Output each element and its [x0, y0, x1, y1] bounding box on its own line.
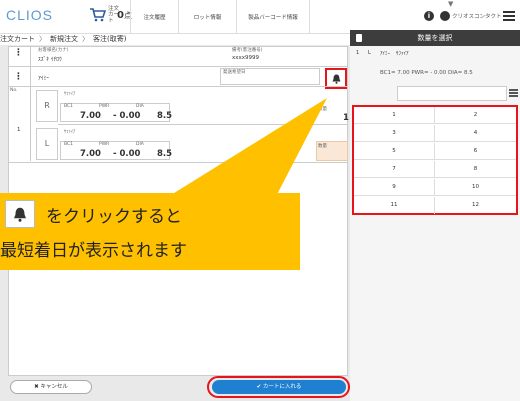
- breadcrumb-new-order[interactable]: 新規注文: [50, 35, 78, 43]
- qty-option[interactable]: 5: [354, 143, 435, 160]
- quantity-grid: 1 2 3 4 5 6 7 8 9 10 11 12: [352, 105, 518, 215]
- quantity-panel-title: 数量を選択: [350, 30, 520, 46]
- panel-icon: [356, 34, 362, 42]
- dia-label: DIA: [136, 104, 144, 109]
- qty-option[interactable]: 2: [435, 107, 516, 124]
- qty-option[interactable]: 11: [354, 197, 435, 214]
- qty-option[interactable]: 12: [435, 197, 516, 214]
- customer-name[interactable]: ｽｽﾞｷ ｲﾁﾛｳ: [38, 55, 62, 63]
- qty-option[interactable]: 6: [435, 143, 516, 160]
- panel-line-product: ｱｲﾐｰ: [380, 51, 391, 57]
- breadcrumb: 注文カート〉新規注文〉客注(取寄): [0, 34, 350, 45]
- quantity-input[interactable]: [397, 86, 507, 101]
- divider: [30, 46, 31, 66]
- divider: [8, 66, 348, 67]
- cart-icon[interactable]: [90, 8, 106, 22]
- user-icon[interactable]: [440, 11, 450, 21]
- breadcrumb-cart[interactable]: 注文カート: [0, 35, 35, 43]
- product-name[interactable]: ｱｲﾐｰ: [38, 74, 49, 82]
- qty-option[interactable]: 8: [435, 161, 516, 178]
- ship-date-label: 発送希望日: [223, 70, 246, 75]
- cancel-button[interactable]: ✖ キャンセル: [10, 380, 92, 394]
- bell-icon: [332, 74, 340, 84]
- bc-label: BC1: [64, 104, 74, 109]
- breadcrumb-current: 客注(取寄): [93, 35, 127, 43]
- nav-lot-info[interactable]: ロット情報: [178, 0, 236, 34]
- callout-pointer: [150, 98, 327, 208]
- callout-text-line1: をクリックすると: [46, 207, 182, 227]
- qty-option[interactable]: 3: [354, 125, 435, 142]
- bc-value-left: 7.00: [80, 149, 101, 159]
- callout-text-line2: 最短着日が表示されます: [0, 241, 187, 261]
- kebab-menu-icon[interactable]: ⋮: [14, 48, 23, 58]
- row-no-label: No.: [10, 88, 18, 93]
- bc-label: BC1: [64, 142, 74, 147]
- user-name[interactable]: クリオスコンタクト: [452, 12, 502, 20]
- design-left: ｻﾌｧｲｱ: [64, 130, 76, 135]
- qty-value-right[interactable]: 1: [343, 113, 349, 123]
- design-right: ｻﾌｧｲｱ: [64, 92, 76, 97]
- divider: [30, 86, 31, 161]
- row-number: 1: [17, 127, 21, 133]
- row-kebab-icon[interactable]: ⋮: [14, 72, 23, 82]
- bc-value-right: 7.00: [80, 111, 101, 121]
- eye-right: R: [36, 90, 58, 122]
- qty-option[interactable]: 9: [354, 179, 435, 196]
- qty-option[interactable]: 10: [435, 179, 516, 196]
- hamburger-menu-icon[interactable]: [503, 11, 515, 21]
- caret-down-icon: ▼: [448, 0, 454, 8]
- pwr-label: PWR: [99, 142, 110, 147]
- panel-line-no: 1: [356, 50, 360, 56]
- pwr-value-right: - 0.00: [113, 111, 141, 121]
- qty-option[interactable]: 4: [435, 125, 516, 142]
- nav-barcode-info[interactable]: 製品バーコード情報: [236, 0, 310, 34]
- panel-spec: BC1= 7.00 PWR= - 0.00 DIA= 8.5: [380, 70, 473, 76]
- divider: [8, 86, 348, 87]
- eye-left: L: [36, 128, 58, 160]
- panel-line-eye: L: [368, 50, 371, 56]
- panel-line-design: ｻﾌｧｲｱ: [396, 51, 409, 57]
- divider: [30, 66, 31, 86]
- callout-bell-icon: [5, 200, 35, 228]
- qty-option[interactable]: 1: [354, 107, 435, 124]
- pwr-label: PWR: [99, 104, 110, 109]
- memo-label: 備考(客注番号): [232, 48, 263, 53]
- info-icon[interactable]: i: [424, 11, 434, 21]
- dia-label: DIA: [136, 142, 144, 147]
- nav-order-history[interactable]: 注文履歴: [130, 0, 178, 34]
- add-to-cart-button[interactable]: ✔ カートに入れる: [212, 380, 346, 394]
- customer-label: お客様名(カナ): [38, 48, 69, 53]
- qty-option[interactable]: 7: [354, 161, 435, 178]
- app-logo[interactable]: CLIOS: [6, 7, 53, 23]
- list-icon[interactable]: [509, 89, 518, 97]
- memo-value[interactable]: xxxx9999: [232, 55, 259, 61]
- pwr-value-left: - 0.00: [113, 149, 141, 159]
